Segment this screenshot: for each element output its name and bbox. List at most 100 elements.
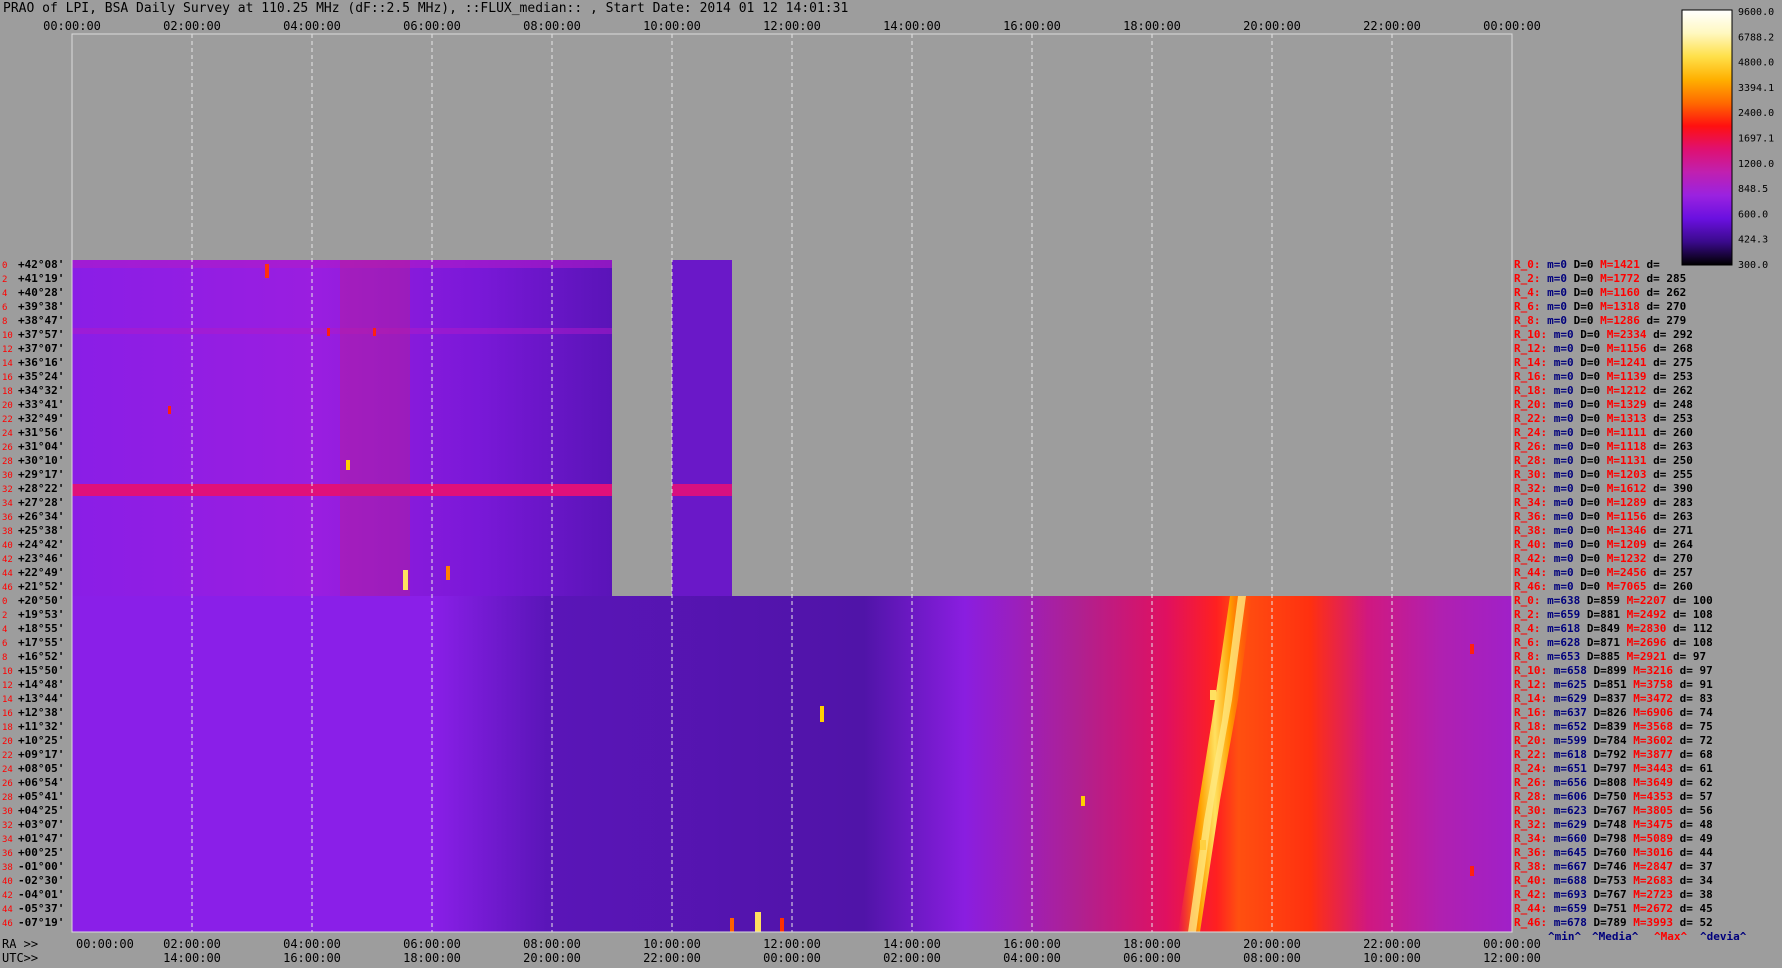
declination-label: +16°52'	[18, 650, 64, 663]
row-stat: R_22: m=618 D=792 M=3877 d= 68	[1514, 748, 1713, 761]
row-number: 36	[2, 513, 13, 523]
row-stat: R_4: m=0 D=0 M=1160 d= 262	[1514, 286, 1686, 299]
declination-label: +12°38'	[18, 706, 64, 719]
declination-label: -01°00'	[18, 860, 64, 873]
row-number: 30	[2, 807, 13, 817]
declination-label: +38°47'	[18, 314, 64, 327]
ra-tick-label: 16:00:00	[1003, 937, 1061, 951]
row-stats: R_0: m=0 D=0 M=1421 d=R_2: m=0 D=0 M=177…	[1514, 258, 1713, 929]
declination-label: +31°56'	[18, 426, 64, 439]
row-number: 12	[2, 681, 13, 691]
declination-label: +22°49'	[18, 566, 64, 579]
declination-label: +33°41'	[18, 398, 64, 411]
declination-label: +15°50'	[18, 664, 64, 677]
declination-label: +11°32'	[18, 720, 64, 733]
row-number: 8	[2, 317, 7, 327]
row-stat: R_2: m=659 D=881 M=2492 d= 108	[1514, 608, 1713, 621]
row-number: 18	[2, 723, 13, 733]
row-stat: R_18: m=0 D=0 M=1212 d= 262	[1514, 384, 1693, 397]
row-number: 44	[2, 569, 13, 579]
heatmap-block-upper	[72, 260, 732, 596]
row-number: 16	[2, 709, 13, 719]
declination-label: +23°46'	[18, 552, 64, 565]
row-stat: R_0: m=638 D=859 M=2207 d= 100	[1514, 594, 1713, 607]
row-number: 14	[2, 695, 13, 705]
row-stat: R_8: m=0 D=0 M=1286 d= 279	[1514, 314, 1686, 327]
row-number: 28	[2, 457, 13, 467]
row-stat: R_10: m=0 D=0 M=2334 d= 292	[1514, 328, 1693, 341]
colorbar-tick-label: 1200.0	[1738, 159, 1774, 170]
stats-footer-label: ^min^	[1548, 930, 1581, 943]
utc-tick-label: 00:00:00	[763, 951, 821, 965]
ra-tick-label: 00:00:00	[1483, 937, 1541, 951]
utc-tick-label: 08:00:00	[1243, 951, 1301, 965]
declination-label: +41°19'	[18, 272, 64, 285]
top-tick-label: 04:00:00	[283, 19, 341, 33]
declination-label: +24°42'	[18, 538, 64, 551]
stats-footer-label: ^devia^	[1700, 930, 1747, 943]
row-number: 2	[2, 611, 7, 621]
row-stat: R_8: m=653 D=885 M=2921 d= 97	[1514, 650, 1706, 663]
row-number: 18	[2, 387, 13, 397]
row-number: 24	[2, 429, 13, 439]
declination-label: +36°16'	[18, 356, 64, 369]
row-stat: R_0: m=0 D=0 M=1421 d=	[1514, 258, 1660, 271]
row-number: 6	[2, 639, 7, 649]
top-tick-label: 16:00:00	[1003, 19, 1061, 33]
declination-label: +27°28'	[18, 496, 64, 509]
row-stat: R_28: m=606 D=750 M=4353 d= 57	[1514, 790, 1713, 803]
row-stat: R_14: m=0 D=0 M=1241 d= 275	[1514, 356, 1693, 369]
row-number: 12	[2, 345, 13, 355]
declination-label: +30°10'	[18, 454, 64, 467]
declination-label: +31°04'	[18, 440, 64, 453]
row-number: 42	[2, 891, 13, 901]
colorbar-tick-label: 4800.0	[1738, 58, 1774, 69]
row-number: 4	[2, 289, 7, 299]
row-stat: R_22: m=0 D=0 M=1313 d= 253	[1514, 412, 1693, 425]
declination-label: +00°25'	[18, 846, 64, 859]
row-stat: R_46: m=0 D=0 M=7065 d= 260	[1514, 580, 1693, 593]
declination-label: +03°07'	[18, 818, 64, 831]
top-tick-label: 22:00:00	[1363, 19, 1421, 33]
top-tick-label: 02:00:00	[163, 19, 221, 33]
declination-label: +06°54'	[18, 776, 64, 789]
row-stat: R_16: m=0 D=0 M=1139 d= 253	[1514, 370, 1693, 383]
declination-label: -05°37'	[18, 902, 64, 915]
row-stat: R_44: m=0 D=0 M=2456 d= 257	[1514, 566, 1693, 579]
row-stat: R_36: m=645 D=760 M=3016 d= 44	[1514, 846, 1713, 859]
stats-footer: ^min^ ^Media^ ^Max^ ^devia^	[1548, 930, 1747, 943]
row-stat: R_12: m=0 D=0 M=1156 d= 268	[1514, 342, 1693, 355]
ra-tick-label: 14:00:00	[883, 937, 941, 951]
row-number: 32	[2, 485, 13, 495]
declination-label: +18°55'	[18, 622, 64, 635]
utc-tick-label: 22:00:00	[643, 951, 701, 965]
row-number: 38	[2, 527, 13, 537]
declination-label: -04°01'	[18, 888, 64, 901]
colorbar-tick-label: 6788.2	[1738, 32, 1774, 43]
row-stat: R_24: m=0 D=0 M=1111 d= 260	[1514, 426, 1693, 439]
ra-tick-label: 04:00:00	[283, 937, 341, 951]
declination-label: +17°55'	[18, 636, 64, 649]
ra-axis-label: RA >>	[2, 937, 38, 951]
row-number: 0	[2, 261, 7, 271]
utc-tick-label: 14:00:00	[163, 951, 221, 965]
row-number: 46	[2, 919, 13, 929]
top-axis-ticks: 00:00:00 02:00:00 04:00:00 06:00:00 08:00:00…	[43, 19, 1541, 33]
row-stat: R_34: m=660 D=798 M=5089 d= 49	[1514, 832, 1713, 845]
declination-label: +10°25'	[18, 734, 64, 747]
colorbar-tick-label: 3394.1	[1738, 83, 1774, 94]
row-number: 22	[2, 751, 13, 761]
declination-label: +14°48'	[18, 678, 64, 691]
top-tick-label: 12:00:00	[763, 19, 821, 33]
ra-tick-label: 12:00:00	[763, 937, 821, 951]
ra-tick-label: 02:00:00	[163, 937, 221, 951]
ra-tick-label: 06:00:00	[403, 937, 461, 951]
colorbar: 9600.0 6788.2 4800.0 3394.1 2400.0 1697.1 1200…	[1681, 7, 1774, 271]
row-number: 26	[2, 443, 13, 453]
row-stat: R_20: m=0 D=0 M=1329 d= 248	[1514, 398, 1693, 411]
row-stat: R_26: m=0 D=0 M=1118 d= 263	[1514, 440, 1693, 453]
declination-label: +08°05'	[18, 762, 64, 775]
declination-label: +21°52'	[18, 580, 64, 593]
row-number: 20	[2, 401, 13, 411]
row-number: 42	[2, 555, 13, 565]
